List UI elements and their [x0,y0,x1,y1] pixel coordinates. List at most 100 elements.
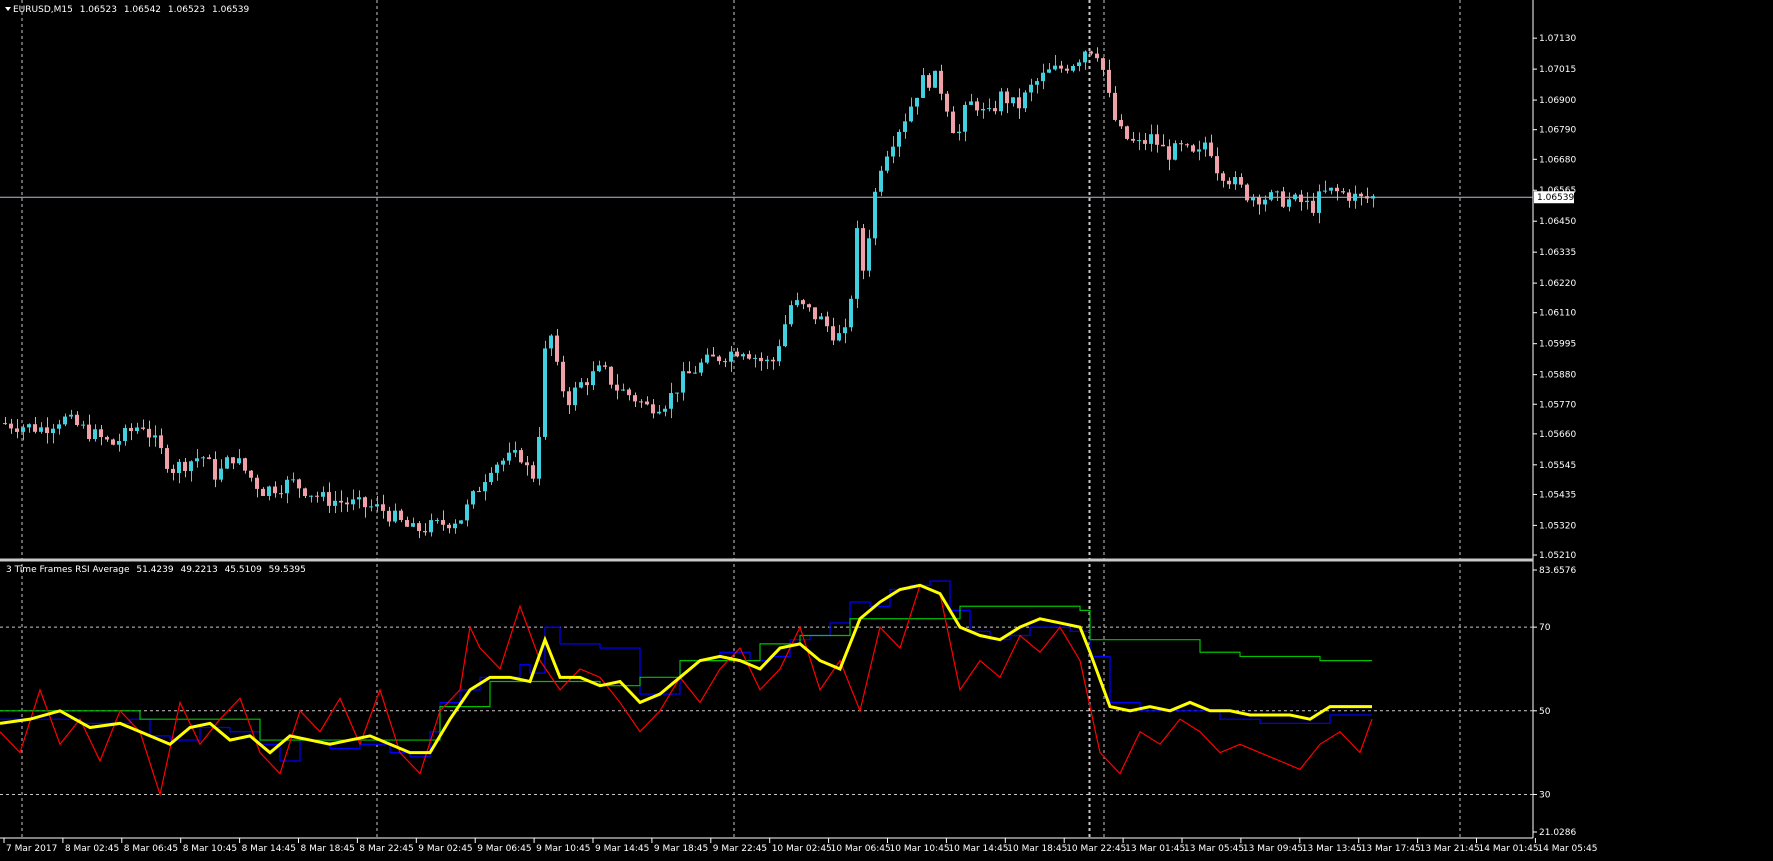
candle-body [483,482,487,492]
candle-body [951,111,955,134]
candle-body [681,371,685,393]
candle-body [255,477,259,489]
candle [1347,189,1351,208]
candle-body [1119,119,1123,127]
candle [675,392,679,403]
candle-body [669,393,673,409]
candle [1161,134,1165,147]
candle-body [93,429,97,440]
candle [771,357,775,370]
candle [225,455,229,470]
candle [843,318,847,344]
candle-body [1227,180,1231,185]
candle [1185,143,1189,148]
candle-body [309,495,313,497]
candle-body [447,524,451,529]
candle-body [1311,200,1315,213]
candle [69,409,73,420]
candle [705,348,709,365]
candle-body [795,300,799,306]
candle-body [297,479,301,489]
candle [891,136,895,164]
candle-body [159,435,163,449]
candle-body [393,510,397,522]
candle-body [801,300,805,305]
candle [33,416,37,434]
candle [309,495,313,503]
candle-body [441,520,445,525]
rsi-pane[interactable] [0,580,1373,797]
candle-body [15,428,19,432]
price-pane[interactable] [3,47,1375,539]
candle [855,220,859,309]
candle [1239,173,1243,188]
candle [27,423,31,433]
candle [867,229,871,277]
candle-body [99,429,103,438]
candle [507,442,511,465]
candle-body [405,520,409,527]
candle-body [561,361,565,392]
candle-body [363,497,367,508]
candle [201,455,205,467]
candle-body [867,238,871,271]
candle-body [1293,194,1297,200]
candle [1299,190,1303,211]
candle-body [1017,97,1021,109]
candle [1005,88,1009,114]
candle-body [399,510,403,521]
candle-body [693,372,697,374]
candle [171,464,175,481]
candle [393,503,397,524]
triangle-down-icon[interactable] [5,7,11,11]
candle-body [345,502,349,505]
candle-body [975,101,979,111]
candle-body [1257,197,1261,205]
candle-body [567,391,571,406]
candle [153,425,157,447]
price-tick-label: 1.05995 [1539,340,1576,350]
candle-body [423,531,427,533]
candle-body [1101,58,1105,70]
candle [321,486,325,502]
candle-body [87,424,91,440]
candle-body [765,359,769,362]
candle [543,340,547,440]
candle-body [1221,173,1225,181]
chart-canvas[interactable]: 1.07130 1.07015 1.06900 1.06790 1.06680 1.065… [0,0,1773,857]
candle-body [999,91,1003,112]
candle-body [165,448,169,469]
candle [1071,64,1075,73]
candle-body [993,108,997,112]
candle [981,102,985,119]
candle [591,361,595,390]
candle [303,487,307,499]
candle [633,392,637,408]
candle-body [855,228,859,299]
candle [849,295,853,332]
candle-body [783,324,787,347]
candle-body [519,450,523,463]
candle-body [129,427,133,432]
candle [273,481,277,498]
candle-body [3,423,7,425]
candle-body [123,427,127,442]
candle-body [141,427,145,429]
rsi-tick-label: 21.0286 [1539,828,1576,838]
candle-body [1161,144,1165,147]
candle-body [1137,140,1141,142]
candle [651,399,655,419]
candle-body [9,423,13,429]
candle [45,417,49,444]
candle [51,423,55,444]
candle [315,491,319,503]
candle [729,345,733,372]
price-tick-label: 1.06335 [1539,248,1576,258]
candle [1059,60,1063,73]
candle [195,448,199,468]
candle [15,418,19,439]
time-tick-label: 8 Mar 22:45 [359,844,413,854]
candle [459,520,463,525]
svg-text:3 Time Frames RSI Average: 3 Time Frames RSI Average 51.4239 49.221… [6,565,306,575]
candle [525,456,529,476]
